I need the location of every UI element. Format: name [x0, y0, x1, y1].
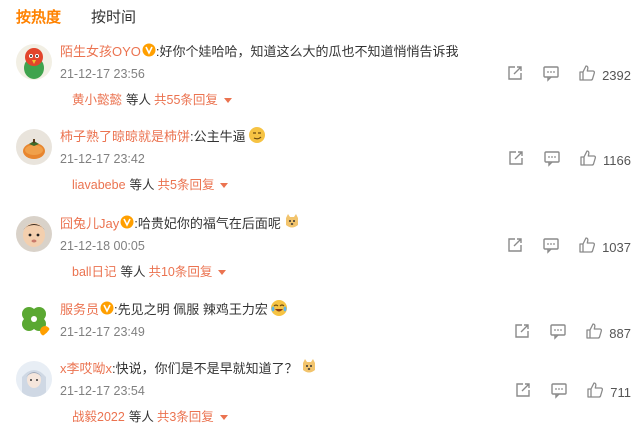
share-icon[interactable] — [513, 322, 531, 345]
like-count: 711 — [610, 385, 631, 400]
reply-connector: 等人 — [126, 93, 152, 107]
reply-connector: 等人 — [128, 410, 154, 424]
username[interactable]: 囧兔儿Jay — [60, 213, 119, 232]
comment-item: 陌生女孩OYO :好你个娃哈哈，知道这么大的瓜也不知道悄悄告诉我 21-12-1… — [0, 40, 641, 124]
like-icon[interactable] — [578, 64, 596, 87]
avatar[interactable] — [16, 302, 52, 338]
chevron-down-icon[interactable] — [220, 182, 229, 188]
like-count: 887 — [609, 326, 631, 341]
view-replies-link[interactable]: ball日记 等人 共10条回复 — [72, 264, 227, 280]
reply-username[interactable]: 战毅2022 — [72, 409, 125, 425]
reply-count[interactable]: 共3条回复 — [157, 409, 214, 425]
reply-count[interactable]: 共5条回复 — [158, 177, 215, 193]
comment-time: 21-12-17 23:56 — [60, 67, 145, 81]
like-count: 2392 — [602, 68, 631, 83]
share-icon[interactable] — [506, 236, 524, 259]
username[interactable]: x李哎呦x — [60, 358, 112, 377]
comment-text: :公主牛逼 — [190, 128, 246, 144]
comment-time: 21-12-17 23:54 — [60, 384, 145, 398]
like-icon[interactable] — [585, 322, 603, 345]
reply-connector: 等人 — [129, 178, 155, 192]
reply-count[interactable]: 共55条回复 — [154, 92, 218, 108]
like-icon[interactable] — [586, 381, 604, 404]
avatar[interactable] — [16, 129, 52, 165]
avatar[interactable] — [16, 44, 52, 80]
doge-emoji-icon — [285, 214, 298, 228]
username[interactable]: 柿子熟了晾晾就是柿饼 — [60, 126, 190, 145]
chevron-down-icon[interactable] — [219, 414, 228, 420]
reply-icon[interactable] — [542, 64, 560, 87]
reply-username[interactable]: ball日记 — [72, 264, 116, 280]
like-count: 1166 — [603, 153, 631, 168]
like-icon[interactable] — [578, 236, 596, 259]
vip-badge-icon — [120, 215, 134, 229]
smirk-emoji-icon — [248, 127, 265, 143]
reply-username[interactable]: liavabebe — [72, 177, 126, 193]
view-replies-link[interactable]: 黄小懿懿 等人 共55条回复 — [72, 92, 232, 108]
reply-connector: 等人 — [120, 265, 146, 279]
doge-emoji-icon — [302, 359, 315, 373]
comment-time: 21-12-17 23:42 — [60, 152, 145, 166]
avatar[interactable] — [16, 361, 52, 397]
sort-tabs: 按热度 按时间 — [16, 8, 166, 28]
comment-time: 21-12-17 23:49 — [60, 325, 145, 339]
username[interactable]: 陌生女孩OYO — [60, 41, 141, 60]
username[interactable]: 服务员 — [60, 299, 99, 318]
comment-text: :先见之明 佩服 辣鸡王力宏 — [114, 301, 268, 317]
comment-text: :哈贵妃你的福气在后面呢 — [134, 215, 281, 231]
tab-sort-by-hot[interactable]: 按热度 — [16, 8, 61, 28]
view-replies-link[interactable]: liavabebe 等人 共5条回复 — [72, 177, 229, 193]
share-icon[interactable] — [514, 381, 532, 404]
comment-time: 21-12-18 00:05 — [60, 239, 145, 253]
like-count: 1037 — [602, 240, 631, 255]
comment-text: :好你个娃哈哈，知道这么大的瓜也不知道悄悄告诉我 — [155, 43, 459, 59]
tab-sort-by-time[interactable]: 按时间 — [91, 8, 136, 28]
laugh-cry-emoji-icon — [270, 300, 287, 316]
share-icon[interactable] — [506, 64, 524, 87]
reply-username[interactable]: 黄小懿懿 — [72, 92, 122, 108]
comment-item: 囧兔儿Jay :哈贵妃你的福气在后面呢 21-12-18 00:05 1037 … — [0, 212, 641, 296]
comment-text: :快说，你们是不是早就知道了？ — [112, 360, 298, 376]
chevron-down-icon[interactable] — [218, 269, 227, 275]
reply-count[interactable]: 共10条回复 — [148, 264, 212, 280]
avatar[interactable] — [16, 216, 52, 252]
reply-icon[interactable] — [542, 236, 560, 259]
vip-badge-icon — [142, 43, 156, 57]
share-icon[interactable] — [507, 149, 525, 172]
reply-icon[interactable] — [549, 322, 567, 345]
comment-item: x李哎呦x :快说，你们是不是早就知道了？ 21-12-17 23:54 711… — [0, 357, 641, 441]
reply-icon[interactable] — [543, 149, 561, 172]
comment-item: 柿子熟了晾晾就是柿饼 :公主牛逼 21-12-17 23:42 1166 lia… — [0, 125, 641, 209]
view-replies-link[interactable]: 战毅2022 等人 共3条回复 — [72, 409, 228, 425]
vip-badge-icon — [100, 301, 114, 315]
reply-icon[interactable] — [550, 381, 568, 404]
chevron-down-icon[interactable] — [223, 97, 232, 103]
like-icon[interactable] — [579, 149, 597, 172]
